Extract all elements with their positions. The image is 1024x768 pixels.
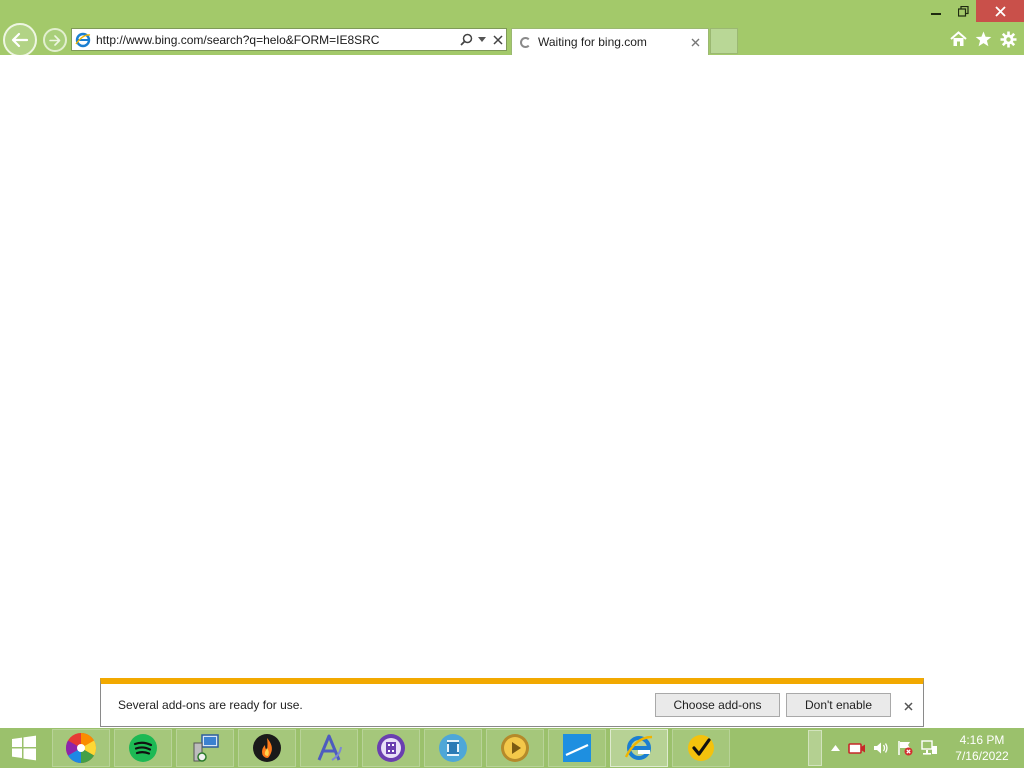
font-a-icon bbox=[317, 734, 342, 761]
start-button[interactable] bbox=[0, 728, 48, 768]
minimize-icon bbox=[931, 13, 941, 15]
taskbar-app-spotify[interactable] bbox=[114, 729, 172, 767]
norton-check-icon bbox=[688, 735, 714, 761]
notification-close-button[interactable] bbox=[899, 697, 917, 715]
chevron-down-icon bbox=[478, 37, 486, 42]
back-button[interactable] bbox=[3, 23, 37, 57]
taskbar-app-color-wheel[interactable] bbox=[52, 729, 110, 767]
flame-icon bbox=[253, 734, 281, 762]
taskbar-app-flame[interactable] bbox=[238, 729, 296, 767]
close-icon bbox=[493, 34, 503, 45]
address-input[interactable] bbox=[94, 30, 458, 49]
gear-icon bbox=[1000, 31, 1016, 47]
taskbar-app-movie-player[interactable] bbox=[424, 729, 482, 767]
volume-button[interactable] bbox=[872, 739, 890, 757]
notification-message: Several add-ons are ready for use. bbox=[118, 698, 303, 712]
restore-button[interactable] bbox=[950, 0, 976, 22]
notification-bar: Several add-ons are ready for use. Choos… bbox=[100, 678, 924, 727]
flag-warning-icon bbox=[898, 741, 913, 756]
network-icon bbox=[920, 740, 937, 755]
internet-explorer-icon bbox=[624, 735, 653, 760]
restore-icon bbox=[957, 5, 969, 17]
close-icon bbox=[903, 701, 913, 711]
taskbar-app-norton[interactable] bbox=[672, 729, 730, 767]
play-circle-icon bbox=[501, 734, 529, 762]
tools-button[interactable] bbox=[998, 30, 1018, 48]
clock-date: 7/16/2022 bbox=[955, 749, 1009, 763]
action-center-button[interactable] bbox=[896, 739, 914, 757]
favorites-button[interactable] bbox=[973, 30, 993, 48]
network-computer-icon bbox=[193, 734, 219, 762]
blue-app-icon bbox=[563, 734, 591, 762]
color-wheel-icon bbox=[65, 733, 97, 763]
tray-scroll-handle[interactable] bbox=[808, 730, 822, 766]
close-button[interactable] bbox=[976, 0, 1024, 22]
back-arrow-icon bbox=[11, 32, 29, 48]
forward-arrow-icon bbox=[49, 34, 61, 46]
system-clock[interactable]: 4:16 PM 7/16/2022 bbox=[944, 732, 1020, 764]
windows-logo-icon bbox=[12, 735, 36, 761]
new-tab-button[interactable] bbox=[710, 28, 738, 54]
home-button[interactable] bbox=[948, 30, 968, 48]
taskbar-app-media-player[interactable] bbox=[486, 729, 544, 767]
clock-time: 4:16 PM bbox=[959, 733, 1005, 747]
show-hidden-icons-button[interactable] bbox=[826, 739, 844, 757]
taskbar-app-blue[interactable] bbox=[548, 729, 606, 767]
home-icon bbox=[949, 31, 967, 46]
address-bar[interactable] bbox=[71, 28, 507, 51]
chevron-up-icon bbox=[830, 745, 840, 751]
minimize-button[interactable] bbox=[922, 0, 950, 22]
forward-button[interactable] bbox=[43, 28, 67, 52]
tab-title: Waiting for bing.com bbox=[538, 35, 647, 49]
star-icon bbox=[975, 31, 991, 47]
loading-spinner-icon bbox=[520, 36, 531, 48]
taskbar-app-network[interactable] bbox=[176, 729, 234, 767]
taskbar-app-video-editor[interactable] bbox=[362, 729, 420, 767]
close-icon bbox=[994, 5, 1006, 17]
close-icon bbox=[691, 38, 699, 46]
search-icon bbox=[459, 33, 472, 46]
taskbar: 4:16 PM 7/16/2022 bbox=[0, 728, 1024, 768]
network-status-button[interactable] bbox=[920, 739, 938, 757]
dont-enable-button[interactable]: Don't enable bbox=[786, 693, 891, 717]
speaker-icon bbox=[874, 742, 888, 754]
film-reel-icon bbox=[377, 734, 405, 762]
film-strip-icon bbox=[439, 734, 467, 762]
taskbar-app-font-tool[interactable] bbox=[300, 729, 358, 767]
stop-button[interactable] bbox=[490, 29, 506, 50]
tab-bing[interactable]: Waiting for bing.com bbox=[511, 28, 709, 55]
browser-frame: Waiting for bing.com bbox=[0, 0, 1024, 57]
ie-favicon-icon bbox=[72, 29, 94, 50]
search-button[interactable] bbox=[458, 29, 474, 50]
tab-close-button[interactable] bbox=[686, 33, 704, 51]
tray-camera-icon[interactable] bbox=[848, 739, 866, 757]
taskbar-app-internet-explorer[interactable] bbox=[610, 729, 668, 767]
spotify-icon bbox=[129, 734, 157, 762]
choose-add-ons-button[interactable]: Choose add-ons bbox=[655, 693, 780, 717]
camera-icon bbox=[848, 743, 865, 754]
address-dropdown-button[interactable] bbox=[474, 29, 490, 50]
page-content bbox=[0, 55, 1024, 678]
